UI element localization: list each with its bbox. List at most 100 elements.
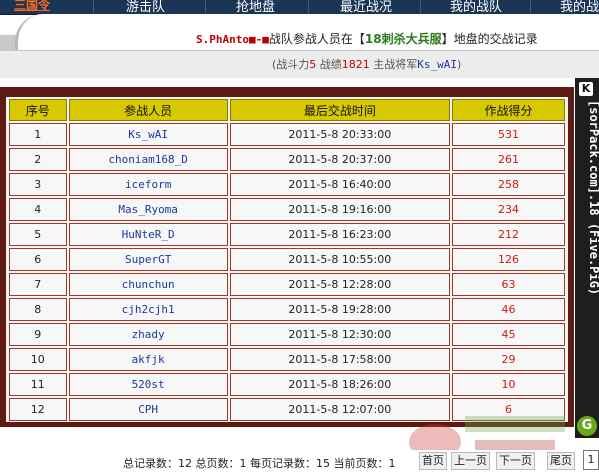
member-name[interactable]: 520st (68, 373, 228, 396)
table-row: 11 520st 2011-5-8 18:26:00 10 (9, 373, 565, 396)
row-index: 5 (9, 223, 67, 246)
col-header-member: 参战人员 (68, 99, 228, 121)
battle-score: 10 (451, 373, 565, 396)
title-text-end: 】地盘的交战记录 (441, 32, 538, 46)
member-name[interactable]: iceform (68, 173, 228, 196)
pin-icon[interactable]: K (579, 82, 593, 96)
row-index: 10 (9, 348, 67, 371)
table-row: 10 akfjk 2011-5-8 17:58:00 29 (9, 348, 565, 371)
last-page-button[interactable]: 尾页 (547, 452, 575, 470)
row-index: 6 (9, 248, 67, 271)
table-row: 8 cjh2cjh1 2011-5-8 19:28:00 46 (9, 298, 565, 321)
pager-info: 总记录数：12 总页数：1 每页记录数：15 当前页数：1 (123, 455, 396, 471)
table-header-row: 序号 参战人员 最后交战时间 作战得分 (9, 99, 565, 121)
row-index: 4 (9, 198, 67, 221)
member-name[interactable]: zhady (68, 323, 228, 346)
battle-time: 2011-5-8 20:33:00 (229, 123, 450, 146)
battle-score: 45 (451, 323, 565, 346)
battle-score: 261 (451, 148, 565, 171)
table-row: 3 iceform 2011-5-8 16:40:00 258 (9, 173, 565, 196)
member-name[interactable]: HuNteR_D (68, 223, 228, 246)
member-name[interactable]: akfjk (68, 348, 228, 371)
nav-divider (420, 0, 421, 14)
nav-item-guerrilla[interactable]: 游击队 (126, 0, 165, 14)
team-summary: (战斗力5 战绩1821 主战将军Ks_wAI) (272, 56, 461, 72)
battle-score: 531 (451, 123, 565, 146)
per-page-label: 每页记录数： (246, 457, 316, 470)
battle-score: 29 (451, 348, 565, 371)
battle-time: 2011-5-8 16:23:00 (229, 223, 450, 246)
member-name[interactable]: Ks_wAI (68, 123, 228, 146)
site-logo[interactable]: 三国令 (14, 0, 50, 13)
row-index: 1 (9, 123, 67, 146)
prev-page-button[interactable]: 上一页 (451, 452, 490, 470)
nav-item-grab-territory[interactable]: 抢地盘 (236, 0, 275, 14)
commander-name[interactable]: Ks_wAI (417, 58, 457, 71)
row-index: 3 (9, 173, 67, 196)
total-records-label: 总记录数： (123, 457, 178, 470)
nav-item-my-battle[interactable]: 我的战 (560, 0, 599, 14)
col-header-index: 序号 (9, 99, 67, 121)
battle-time: 2011-5-8 12:30:00 (229, 323, 450, 346)
battle-time: 2011-5-8 19:16:00 (229, 198, 450, 221)
nav-divider (308, 0, 309, 14)
row-index: 2 (9, 148, 67, 171)
table-row: 5 HuNteR_D 2011-5-8 16:23:00 212 (9, 223, 565, 246)
battle-time: 2011-5-8 12:28:00 (229, 273, 450, 296)
battle-records-table: 序号 参战人员 最后交战时间 作战得分 1 Ks_wAI 2011-5-8 20:3… (7, 97, 567, 423)
page-number-input[interactable]: 1 (583, 450, 599, 470)
member-name[interactable]: cjh2cjh1 (68, 298, 228, 321)
member-name[interactable]: Mas_Ryoma (68, 198, 228, 221)
row-index: 12 (9, 398, 67, 421)
table-row: 2 choniam168_D 2011-5-8 20:37:00 261 (9, 148, 565, 171)
col-header-last-battle-time: 最后交战时间 (229, 99, 450, 121)
current-page-value: 1 (388, 457, 396, 470)
table-row: 9 zhady 2011-5-8 12:30:00 45 (9, 323, 565, 346)
table-row: 1 Ks_wAI 2011-5-8 20:33:00 531 (9, 123, 565, 146)
first-page-button[interactable]: 首页 (419, 452, 447, 470)
per-page-value: 15 (316, 457, 330, 470)
total-pages-label: 总页数： (192, 457, 240, 470)
member-name[interactable]: CPH (68, 398, 228, 421)
nav-divider (93, 0, 94, 14)
battle-score: 63 (451, 273, 565, 296)
nav-item-my-team[interactable]: 我的战队 (450, 0, 502, 14)
member-name[interactable]: chunchun (68, 273, 228, 296)
total-records-value: 12 (178, 457, 192, 470)
nav-divider (530, 0, 531, 14)
commander-label: 主战将军 (369, 58, 418, 71)
row-index: 9 (9, 323, 67, 346)
summary-suffix: ) (457, 58, 462, 71)
summary-prefix: (战斗力 (272, 58, 310, 71)
battle-score: 212 (451, 223, 565, 246)
title-text: 战队参战人员在【 (268, 32, 365, 46)
battle-time: 2011-5-8 18:26:00 (229, 373, 450, 396)
g-button[interactable]: G (577, 416, 597, 436)
col-header-score: 作战得分 (451, 99, 565, 121)
table-row: 6 SuperGT 2011-5-8 10:55:00 126 (9, 248, 565, 271)
battle-time: 2011-5-8 20:37:00 (229, 148, 450, 171)
clan-name[interactable]: S.PhAnto■-■ (196, 33, 269, 46)
battle-score: 46 (451, 298, 565, 321)
record-value: 1821 (341, 58, 370, 71)
next-page-button[interactable]: 下一页 (496, 452, 535, 470)
member-name[interactable]: choniam168_D (68, 148, 228, 171)
battle-score: 234 (451, 198, 565, 221)
member-name[interactable]: SuperGT (68, 248, 228, 271)
total-pages-value: 1 (239, 457, 247, 470)
banner-text: [sorPack.com].18 (Five.PiG) (587, 100, 599, 296)
battle-time: 2011-5-8 10:55:00 (229, 248, 450, 271)
server-name[interactable]: 18刺杀大兵服 (365, 32, 442, 46)
battle-score: 126 (451, 248, 565, 271)
row-index: 8 (9, 298, 67, 321)
nav-divider (205, 0, 206, 14)
nav-item-recent-battles[interactable]: 最近战况 (340, 0, 392, 14)
battle-time: 2011-5-8 16:40:00 (229, 173, 450, 196)
row-index: 7 (9, 273, 67, 296)
top-nav: 三国令 游击队 抢地盘 最近战况 我的战队 我的战 (0, 0, 599, 15)
side-banner: K [sorPack.com].18 (Five.PiG) G (575, 78, 599, 438)
row-index: 11 (9, 373, 67, 396)
table-row: 4 Mas_Ryoma 2011-5-8 19:16:00 234 (9, 198, 565, 221)
battle-score: 258 (451, 173, 565, 196)
page-title: S.PhAnto■-■战队参战人员在【18刺杀大兵服】地盘的交战记录 (196, 30, 538, 47)
